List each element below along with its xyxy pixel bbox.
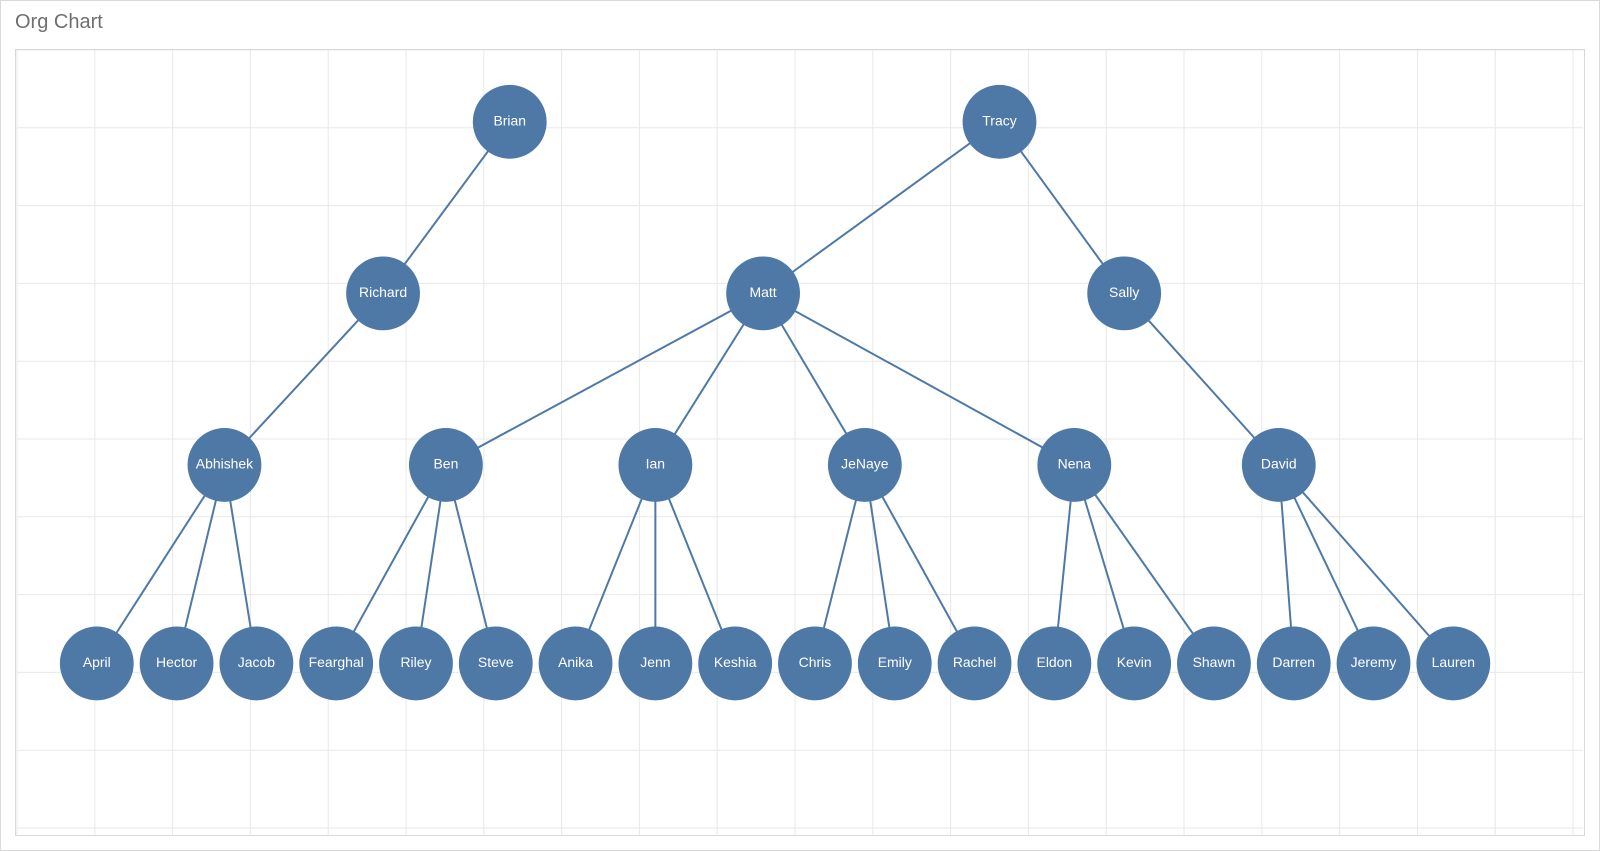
node-kevin[interactable]: Kevin [1097, 627, 1171, 701]
node-jeremy[interactable]: Jeremy [1337, 627, 1411, 701]
chart-frame: Brian Tracy Richard Matt Sally Abhishek Ben Ian… [15, 49, 1585, 836]
panel: Org Chart Brian Tracy Richard Matt Sally Abhi… [0, 0, 1600, 851]
node-april[interactable]: April [60, 627, 134, 701]
node-label-nena: Nena [1058, 456, 1092, 472]
panel-title: Org Chart [1, 1, 1599, 40]
node-label-tracy: Tracy [982, 113, 1016, 129]
node-label-fearghal: Fearghal [309, 654, 364, 670]
node-label-rachel: Rachel [953, 654, 996, 670]
edges [97, 122, 1454, 664]
node-label-emily: Emily [878, 654, 912, 670]
node-label-ian: Ian [646, 456, 665, 472]
node-emily[interactable]: Emily [858, 627, 932, 701]
node-keshia[interactable]: Keshia [698, 627, 772, 701]
node-jenaye[interactable]: JeNaye [828, 428, 902, 502]
node-label-sally: Sally [1109, 284, 1139, 300]
node-sally[interactable]: Sally [1087, 256, 1161, 330]
node-label-matt: Matt [750, 284, 777, 300]
node-label-chris: Chris [799, 654, 832, 670]
node-rachel[interactable]: Rachel [938, 627, 1012, 701]
node-david[interactable]: David [1242, 428, 1316, 502]
node-chris[interactable]: Chris [778, 627, 852, 701]
node-ben[interactable]: Ben [409, 428, 483, 502]
node-lauren[interactable]: Lauren [1416, 627, 1490, 701]
node-label-anika: Anika [558, 654, 593, 670]
node-label-jacob: Jacob [238, 654, 275, 670]
node-label-jenn: Jenn [640, 654, 670, 670]
node-riley[interactable]: Riley [379, 627, 453, 701]
node-brian[interactable]: Brian [473, 85, 547, 159]
node-jenn[interactable]: Jenn [618, 627, 692, 701]
node-label-jenaye: JeNaye [841, 456, 889, 472]
node-label-darren: Darren [1272, 654, 1315, 670]
node-richard[interactable]: Richard [346, 256, 420, 330]
node-fearghal[interactable]: Fearghal [299, 627, 373, 701]
node-label-hector: Hector [156, 654, 197, 670]
node-tracy[interactable]: Tracy [963, 85, 1037, 159]
node-label-jeremy: Jeremy [1351, 654, 1397, 670]
node-label-shawn: Shawn [1193, 654, 1236, 670]
node-label-eldon: Eldon [1037, 654, 1073, 670]
node-darren[interactable]: Darren [1257, 627, 1331, 701]
node-nena[interactable]: Nena [1037, 428, 1111, 502]
node-label-lauren: Lauren [1432, 654, 1475, 670]
node-steve[interactable]: Steve [459, 627, 533, 701]
node-label-steve: Steve [478, 654, 514, 670]
node-shawn[interactable]: Shawn [1177, 627, 1251, 701]
node-label-keshia: Keshia [714, 654, 757, 670]
edge-tracy-matt [763, 122, 999, 294]
node-abhishek[interactable]: Abhishek [188, 428, 262, 502]
node-eldon[interactable]: Eldon [1017, 627, 1091, 701]
node-label-riley: Riley [400, 654, 431, 670]
nodes: Brian Tracy Richard Matt Sally Abhishek Ben Ian… [60, 85, 1490, 700]
node-label-april: April [83, 654, 111, 670]
node-label-brian: Brian [493, 113, 526, 129]
node-jacob[interactable]: Jacob [219, 627, 293, 701]
node-label-richard: Richard [359, 284, 407, 300]
org-chart[interactable]: Brian Tracy Richard Matt Sally Abhishek Ben Ian… [16, 50, 1584, 835]
node-anika[interactable]: Anika [539, 627, 613, 701]
node-label-kevin: Kevin [1117, 654, 1152, 670]
node-ian[interactable]: Ian [618, 428, 692, 502]
node-label-david: David [1261, 456, 1297, 472]
node-hector[interactable]: Hector [140, 627, 214, 701]
node-matt[interactable]: Matt [726, 256, 800, 330]
node-label-ben: Ben [433, 456, 458, 472]
node-label-abhishek: Abhishek [196, 456, 253, 472]
